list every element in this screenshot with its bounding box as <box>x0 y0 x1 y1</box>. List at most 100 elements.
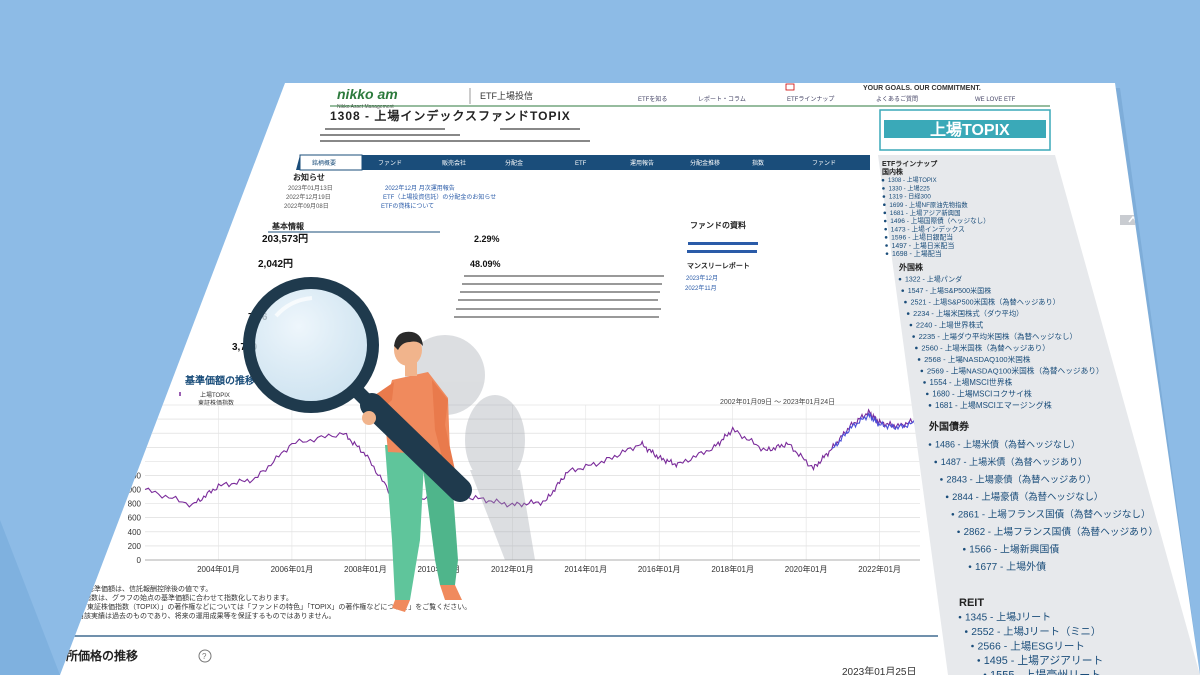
sidebar-item[interactable]: 1547 - 上場S&P500米国株 <box>908 286 992 295</box>
fund-title: 1308 - 上場インデックスファンドTOPIX <box>330 108 571 123</box>
site-logo[interactable]: nikko am <box>337 86 398 102</box>
section-title[interactable]: ETF上場投信 <box>480 90 533 101</box>
tab-4[interactable]: ETF <box>575 161 587 167</box>
sidebar-item[interactable]: 2521 - 上場S&P500米国株（為替ヘッジあり） <box>910 298 1059 307</box>
sidebar-item[interactable]: 1495 - 上場アジアリート <box>984 654 1104 667</box>
sidebar-group-title: REIT <box>959 597 984 609</box>
x-tick-label: 2020年01月 <box>785 564 828 574</box>
monthly-item-0[interactable]: 2023年12月 <box>686 274 718 282</box>
tab-3[interactable]: 分配金 <box>505 159 523 167</box>
nav-item-3[interactable]: よくあるご質問 <box>876 95 918 103</box>
sidebar-item[interactable]: 2861 - 上場フランス国債（為替ヘッジなし） <box>958 509 1151 521</box>
exchange-date: 2023年01月25日 <box>842 665 917 675</box>
bullet-icon <box>971 644 974 648</box>
nav-item-2[interactable]: ETFラインナップ <box>787 96 834 103</box>
news-link-1[interactable]: ETF（上場投資信託）の分配金のお知らせ <box>383 193 496 201</box>
bullet-icon <box>934 460 938 464</box>
sidebar-item[interactable]: 1473 - 上場インデックス <box>891 224 965 233</box>
sidebar-item[interactable]: 1554 - 上場MSCI世界株 <box>930 377 1013 387</box>
bullet-icon <box>928 404 932 407</box>
news-heading: お知らせ <box>293 172 325 182</box>
sidebar-item[interactable]: 2560 - 上場米国株（為替ヘッジあり） <box>921 343 1049 353</box>
sidebar-item[interactable]: 2569 - 上場NASDAQ100米国株（為替ヘッジあり） <box>927 366 1104 376</box>
sidebar-item[interactable]: 2862 - 上場フランス国債（為替ヘッジあり） <box>964 525 1159 538</box>
sidebar-item[interactable]: 2843 - 上場豪債（為替ヘッジあり） <box>946 474 1096 485</box>
tab-0[interactable]: 銘柄概要 <box>312 159 336 167</box>
sidebar-item[interactable]: 2235 - 上場ダウ平均米国株（為替ヘッジなし） <box>919 331 1077 341</box>
dividend-yield: 2.29% <box>474 234 500 244</box>
tab-8[interactable]: ファンド <box>812 160 836 167</box>
sidebar-item[interactable]: 1497 - 上場日米配当 <box>892 241 955 250</box>
bullet-icon <box>915 346 918 350</box>
sidebar-item[interactable]: 1496 - 上場国際債（ヘッジなし） <box>890 216 990 225</box>
japan-flag-icon[interactable] <box>785 83 795 91</box>
news-date-2: 2022年09月08日 <box>284 202 329 210</box>
bullet-icon <box>884 236 888 239</box>
bullet-icon <box>951 513 955 516</box>
monthly-heading: マンスリーレポート <box>687 261 750 270</box>
y-tick-label: 600 <box>128 514 142 523</box>
sidebar-group-title: 外国債券 <box>928 420 970 433</box>
sidebar-item[interactable]: 1681 - 上場MSCIエマージング株 <box>935 400 1052 410</box>
note-3: ※当該実績は過去のものであり、将来の運用成果等を保証するものではありません。 <box>70 611 335 620</box>
bullet-icon <box>968 565 972 568</box>
sidebar-item[interactable]: 1345 - 上場Jリート <box>965 611 1051 624</box>
tab-6[interactable]: 分配金推移 <box>690 159 720 167</box>
sidebar-item[interactable]: 1319 - 日経300 <box>889 193 932 201</box>
tab-1[interactable]: ファンド <box>378 160 402 167</box>
x-tick-label: 2004年01月 <box>197 564 240 574</box>
sidebar-item[interactable]: 1680 - 上場MSCIコクサイ株 <box>932 389 1032 399</box>
bullet-icon <box>945 495 949 499</box>
sidebar-heading: ETFラインナップ <box>882 159 938 168</box>
y-tick-label: 800 <box>128 500 142 509</box>
sidebar-item[interactable]: 2552 - 上場Jリート（ミニ） <box>971 625 1101 638</box>
x-tick-label: 2012年01月 <box>491 564 534 574</box>
tab-5[interactable]: 運用報告 <box>630 159 654 167</box>
sidebar-item[interactable]: 1699 - 上場NF原油先物指数 <box>889 200 968 209</box>
sidebar-item[interactable]: 2566 - 上場ESGリート <box>978 640 1085 653</box>
sidebar-item[interactable]: 1681 - 上場アジア新興国 <box>890 208 961 217</box>
news-date-0: 2023年01月13日 <box>288 184 333 192</box>
bullet-icon <box>881 178 885 182</box>
sidebar-item[interactable]: 1596 - 上場日銀配当 <box>891 233 953 242</box>
bullet-icon <box>885 252 889 255</box>
nav-item-4[interactable]: WE LOVE ETF <box>975 97 1016 103</box>
sidebar-item[interactable]: 1677 - 上場外債 <box>975 560 1046 573</box>
tab-2[interactable]: 販売会社 <box>442 159 466 167</box>
sidebar-item[interactable]: 1487 - 上場米債（為替ヘッジあり） <box>941 456 1088 467</box>
legend-label-0: 上場TOPIX <box>200 391 230 399</box>
sidebar-item[interactable]: 1698 - 上場配当 <box>892 249 942 258</box>
sidebar-item[interactable]: 2844 - 上場豪債（為替ヘッジなし） <box>952 491 1103 502</box>
bullet-icon <box>928 443 932 446</box>
bullet-icon <box>904 300 907 304</box>
bullet-icon <box>883 211 887 215</box>
docs-heading: ファンドの資料 <box>690 220 746 230</box>
note-0: ※基準価額は、信託報酬控除後の値です。 <box>80 584 212 593</box>
sidebar-item[interactable]: 2240 - 上場世界株式 <box>916 321 984 330</box>
sidebar-item[interactable]: 1555 - 上場豪州リート <box>990 668 1101 675</box>
news-link-0[interactable]: 2022年12月 月次運用報告 <box>385 184 455 192</box>
x-tick-label: 2018年01月 <box>711 564 754 574</box>
x-tick-label: 2008年01月 <box>344 564 387 574</box>
sidebar-item[interactable]: 1566 - 上場新興国債 <box>969 543 1059 556</box>
note-2: ※「東証株価指数（TOPIX）」の著作権などについては「ファンドの特色」「TOP… <box>73 602 471 611</box>
sidebar-item[interactable]: 2568 - 上場NASDAQ100米国株 <box>924 354 1031 364</box>
news-link-2[interactable]: ETFの貸株について <box>381 202 434 210</box>
nav-item-0[interactable]: ETFを知る <box>638 95 667 103</box>
x-tick-label: 2016年01月 <box>638 564 681 574</box>
x-tick-label: 2006年01月 <box>271 564 314 574</box>
sidebar-group-title: 国内株 <box>882 167 904 176</box>
sidebar-item[interactable]: 1330 - 上場225 <box>888 184 930 192</box>
sidebar-item[interactable]: 2234 - 上場米国株式（ダウ平均） <box>913 309 1023 318</box>
sidebar-item[interactable]: 1486 - 上場米債（為替ヘッジなし） <box>935 439 1080 450</box>
sidebar-item[interactable]: 1308 - 上場TOPIX <box>888 176 937 184</box>
sidebar-group-title: 外国株 <box>899 262 924 272</box>
bullet-icon <box>920 369 924 373</box>
bullet-icon <box>957 530 960 534</box>
bullet-icon <box>977 659 981 662</box>
sidebar-item[interactable]: 1322 - 上場パンダ <box>905 275 962 284</box>
nav-item-1[interactable]: レポート・コラム <box>698 95 746 103</box>
tab-7[interactable]: 指数 <box>752 159 764 167</box>
y-tick-label: 200 <box>128 542 142 551</box>
monthly-item-1[interactable]: 2022年11月 <box>685 284 717 292</box>
